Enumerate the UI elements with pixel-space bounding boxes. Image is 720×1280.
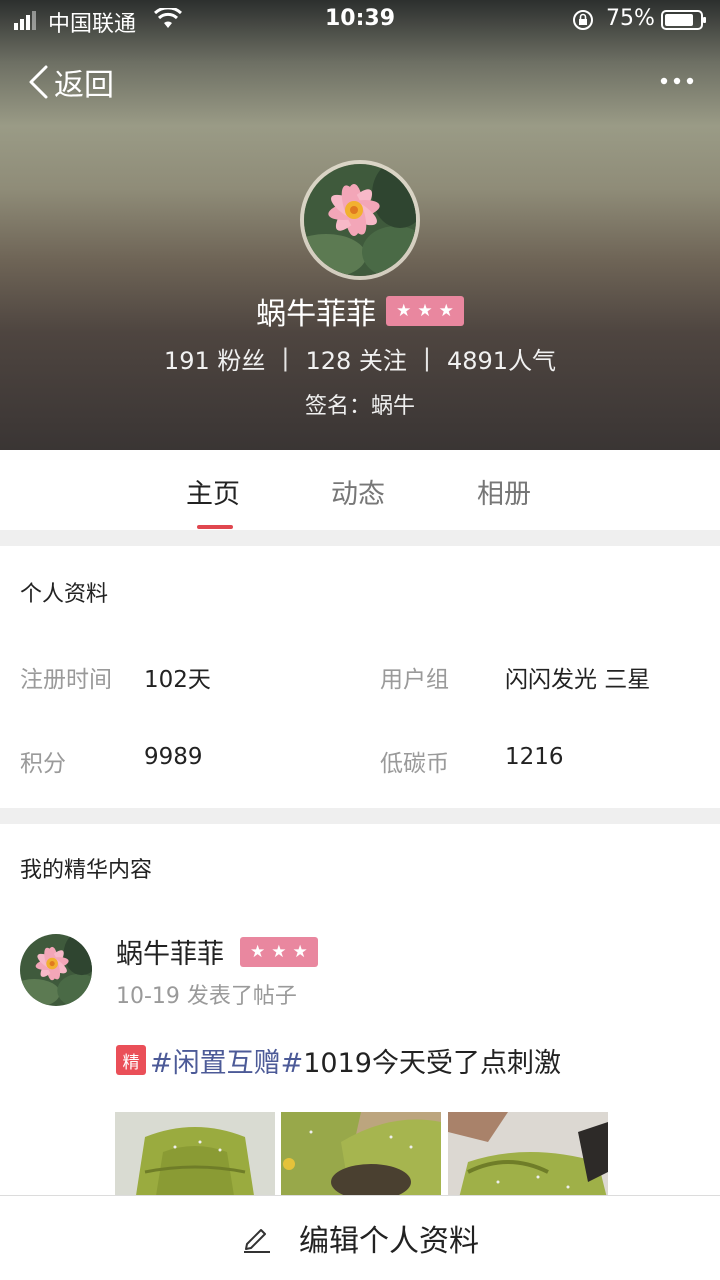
back-label: 返回 [54,68,114,103]
post-author-stars-badge: ★ ★ ★ [240,937,318,967]
points-label: 积分 [20,751,66,777]
pencil-icon [244,1229,270,1253]
backpack-photo-1 [115,1112,275,1202]
profile-stats: 191 粉丝 | 128 关注 | 4891人气 [0,338,720,378]
tab-album[interactable]: 相册 [477,472,531,511]
points-value: 9989 [144,744,203,770]
rank-stars-badge: ★ ★ ★ [386,296,464,326]
coins-label: 低碳币 [380,751,449,777]
register-time-label: 注册时间 [20,667,112,693]
star-icon: ★ [292,941,308,962]
active-tab-indicator [197,525,233,529]
section-divider [0,808,720,824]
stats-separator: | [281,344,290,372]
battery-icon [661,10,706,30]
edit-profile-button[interactable]: 编辑个人资料 [0,1195,720,1280]
battery-percent: 75% [606,6,655,31]
post-title-text: 1019今天受了点刺激 [303,1047,561,1079]
rotation-lock-icon [573,10,593,30]
edit-profile-label: 编辑个人资料 [299,1224,479,1259]
more-options-icon[interactable] [656,66,700,96]
backpack-photo-2 [281,1112,441,1202]
post-meta: 10-19 发表了帖子 [116,984,297,1009]
star-icon: ★ [271,941,287,962]
personal-info-title: 个人资料 [20,582,109,607]
lotus-avatar-image [20,934,92,1006]
profile-header: 中国联通 10:39 75% 返回 蜗牛菲菲 ★ ★ ★ 191 粉丝 | 12… [0,0,720,450]
profile-tabs: 主页 动态 相册 [0,450,720,530]
post-image-thumbnail[interactable] [115,1112,275,1202]
star-icon: ★ [396,300,412,321]
post-author-name[interactable]: 蜗牛菲菲 [116,932,224,971]
chevron-left-icon [29,65,48,99]
star-icon: ★ [417,300,433,321]
register-time-value: 102天 [144,667,211,693]
section-divider [0,530,720,546]
profile-avatar[interactable] [300,160,420,280]
status-bar: 中国联通 10:39 75% [0,0,720,40]
stats-separator: | [422,344,431,372]
post-image-thumbnail[interactable] [281,1112,441,1202]
profile-signature: 签名：蜗牛 [304,394,415,419]
popularity-count: 4891人气 [446,346,557,375]
backpack-photo-3 [448,1112,608,1202]
post-author-avatar[interactable] [20,934,92,1006]
lotus-avatar-image [304,164,416,276]
following-count[interactable]: 128 关注 [305,341,406,376]
coins-value: 1216 [505,744,564,770]
star-icon: ★ [250,941,266,962]
user-group-value: 闪闪发光 三星 [505,667,651,693]
post-title[interactable]: 精 #闲置互赠# 1019今天受了点刺激 [116,1040,561,1080]
post-image-thumbnail[interactable] [448,1112,608,1202]
profile-name-row: 蜗牛菲菲 ★ ★ ★ [0,288,720,334]
post-topic-tag[interactable]: #闲置互赠# [150,1041,303,1080]
profile-name: 蜗牛菲菲 [256,297,377,332]
fans-count[interactable]: 191 粉丝 [164,341,265,376]
tab-activity[interactable]: 动态 [331,472,385,511]
back-button[interactable]: 返回 [26,60,114,104]
user-group-label: 用户组 [380,667,449,693]
star-icon: ★ [438,300,454,321]
tab-home[interactable]: 主页 [186,472,240,511]
featured-badge: 精 [116,1045,146,1075]
featured-content-title: 我的精华内容 [20,858,153,883]
